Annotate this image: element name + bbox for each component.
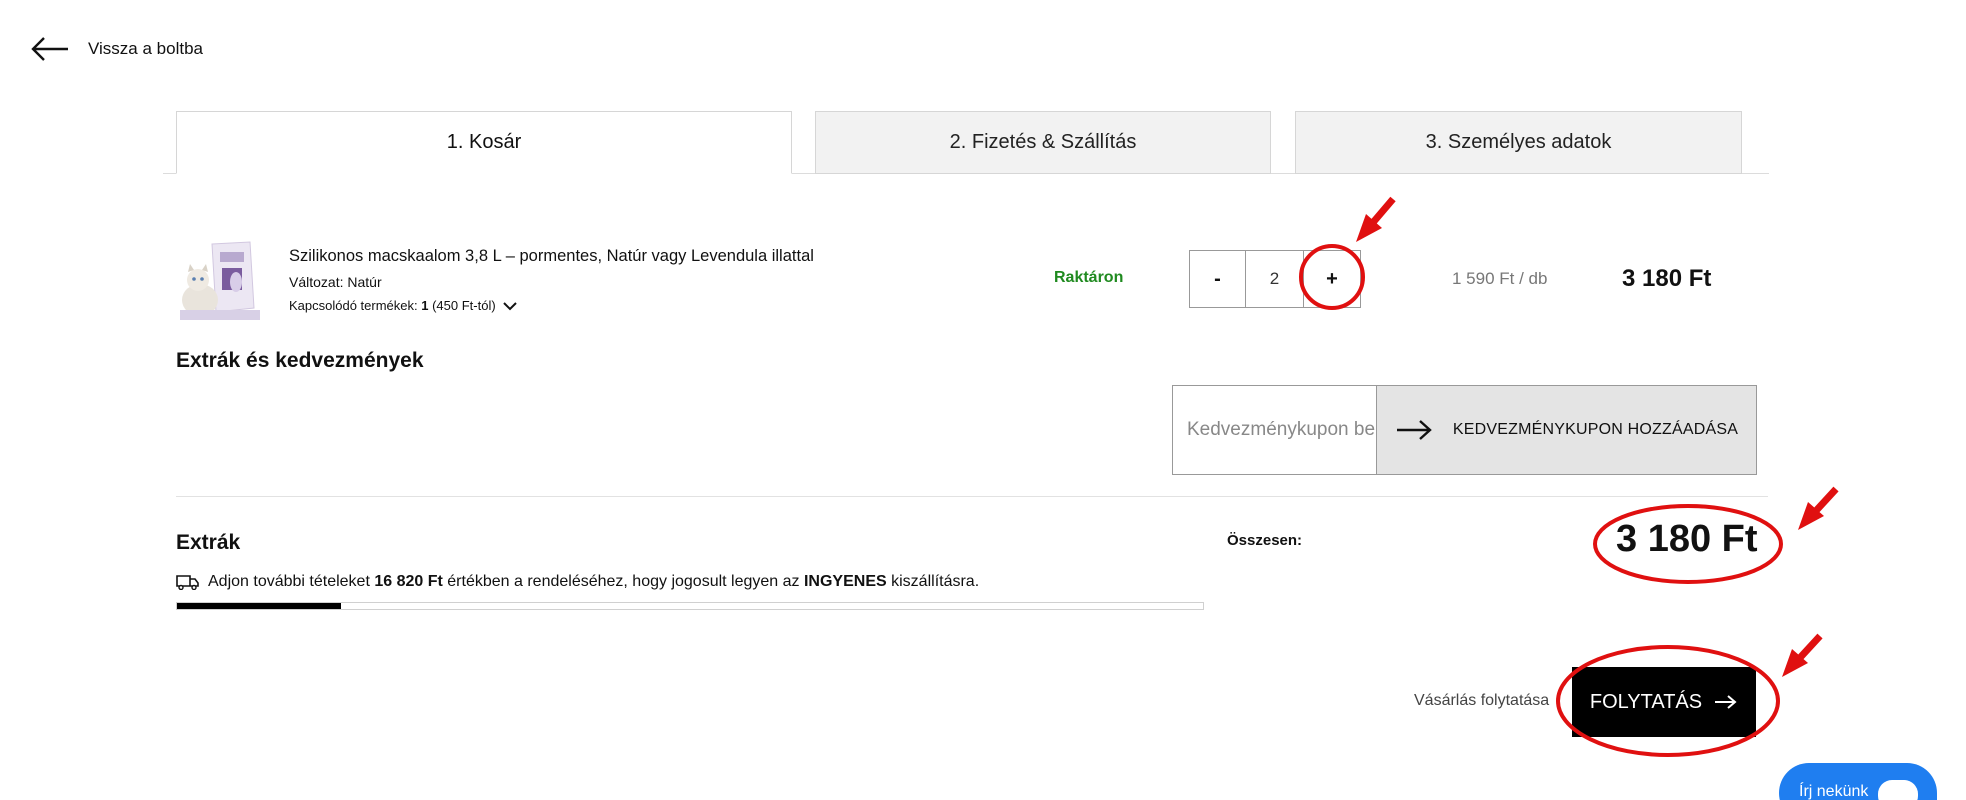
quantity-stepper: - 2 + (1189, 250, 1361, 308)
annotation-arrow-plus (1356, 196, 1396, 242)
quantity-increase-button[interactable]: + (1304, 251, 1360, 307)
back-to-shop-link[interactable]: Vissza a boltba (30, 36, 203, 62)
product-variant: Változat: Natúr (289, 274, 382, 290)
tab-personal-data[interactable]: 3. Személyes adatok (1295, 111, 1742, 174)
total-value: 3 180 Ft (1616, 518, 1758, 560)
annotation-arrow-total (1798, 486, 1839, 530)
add-coupon-button[interactable]: KEDVEZMÉNYKUPON HOZZÁADÁSA (1377, 386, 1756, 474)
related-products-toggle[interactable]: Kapcsolódó termékek: 1 (450 Ft-tól) (289, 298, 518, 313)
continue-shopping-link[interactable]: Vásárlás folytatása (1414, 692, 1549, 710)
total-label: Összesen: (1227, 532, 1303, 549)
continue-button-label: FOLYTATÁS (1589, 690, 1703, 713)
chat-icon (1878, 780, 1918, 800)
section-divider (176, 496, 1768, 497)
tab-cart[interactable]: 1. Kosár (176, 111, 792, 174)
chevron-down-icon (502, 301, 517, 310)
related-products-label: Kapcsolódó termékek: 1 (450 Ft-tól) (289, 298, 496, 313)
tab-payment-shipping[interactable]: 2. Fizetés & Szállítás (815, 111, 1271, 174)
stock-status: Raktáron (1054, 269, 1124, 286)
product-image (178, 238, 266, 322)
arrow-left-icon (31, 37, 68, 61)
back-link-label: Vissza a boltba (88, 39, 203, 58)
quantity-input[interactable]: 2 (1246, 251, 1304, 307)
free-shipping-progress-bar (176, 602, 1204, 610)
extras-heading: Extrák (176, 531, 241, 554)
coupon-form: KEDVEZMÉNYKUPON HOZZÁADÁSA (1172, 385, 1757, 475)
truck-icon (176, 575, 199, 590)
annotation-arrow-continue (1782, 633, 1823, 677)
progress-fill (177, 603, 342, 609)
discounts-heading: Extrák és kedvezmények (176, 349, 424, 372)
line-total: 3 180 Ft (1622, 265, 1712, 292)
free-shipping-message: Adjon további tételeket 16 820 Ft értékb… (176, 573, 979, 591)
product-name[interactable]: Szilikonos macskaalom 3,8 L – pormentes,… (289, 247, 814, 266)
add-coupon-label: KEDVEZMÉNYKUPON HOZZÁADÁSA (1452, 421, 1739, 438)
arrow-right-icon (1396, 420, 1432, 440)
continue-button[interactable]: FOLYTATÁS (1572, 667, 1756, 737)
arrow-right-icon (1715, 695, 1737, 709)
chat-widget-label: Írj nekünk (1799, 783, 1869, 800)
quantity-decrease-button[interactable]: - (1190, 251, 1246, 307)
unit-price: 1 590 Ft / db (1452, 269, 1548, 288)
coupon-input[interactable] (1173, 386, 1377, 474)
